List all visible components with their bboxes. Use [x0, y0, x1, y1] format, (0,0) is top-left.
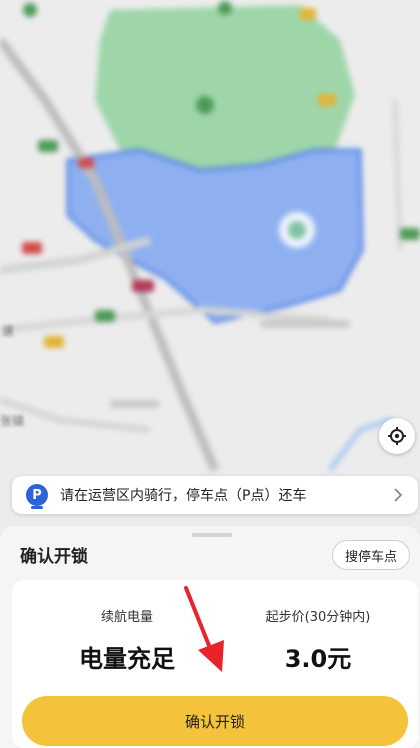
- price-label: 起步价(30分钟内): [265, 610, 371, 625]
- price-info: 起步价(30分钟内) 3.0元: [238, 606, 398, 674]
- parking-icon: P: [26, 484, 48, 509]
- parking-notice-bar[interactable]: P 请在运营区内骑行，停车点（P点）还车: [12, 476, 418, 514]
- map-label: 张镇: [0, 414, 25, 428]
- chevron-right-icon: [388, 485, 408, 505]
- confirm-unlock-button[interactable]: 确认开锁: [22, 696, 408, 746]
- locate-icon: [388, 427, 406, 445]
- notice-text: 请在运营区内骑行，停车点（P点）还车: [60, 488, 307, 504]
- battery-info: 续航电量 电量充足: [52, 606, 202, 674]
- battery-label: 续航电量: [100, 610, 153, 625]
- map-label: 速: [2, 324, 15, 338]
- unlock-info-card: 续航电量 电量充足 起步价(30分钟内) 3.0元 确认开锁: [12, 580, 418, 748]
- battery-value: 电量充足: [79, 645, 175, 673]
- locate-button[interactable]: [379, 418, 415, 454]
- price-value: 3.0元: [284, 645, 352, 673]
- sheet-handle[interactable]: [192, 533, 232, 537]
- find-parking-button[interactable]: 搜停车点: [331, 540, 410, 570]
- unlock-sheet: 确认开锁 搜停车点 续航电量 电量充足 起步价(30分钟内) 3.0元 确认开锁: [0, 526, 420, 748]
- sheet-title: 确认开锁: [20, 547, 88, 567]
